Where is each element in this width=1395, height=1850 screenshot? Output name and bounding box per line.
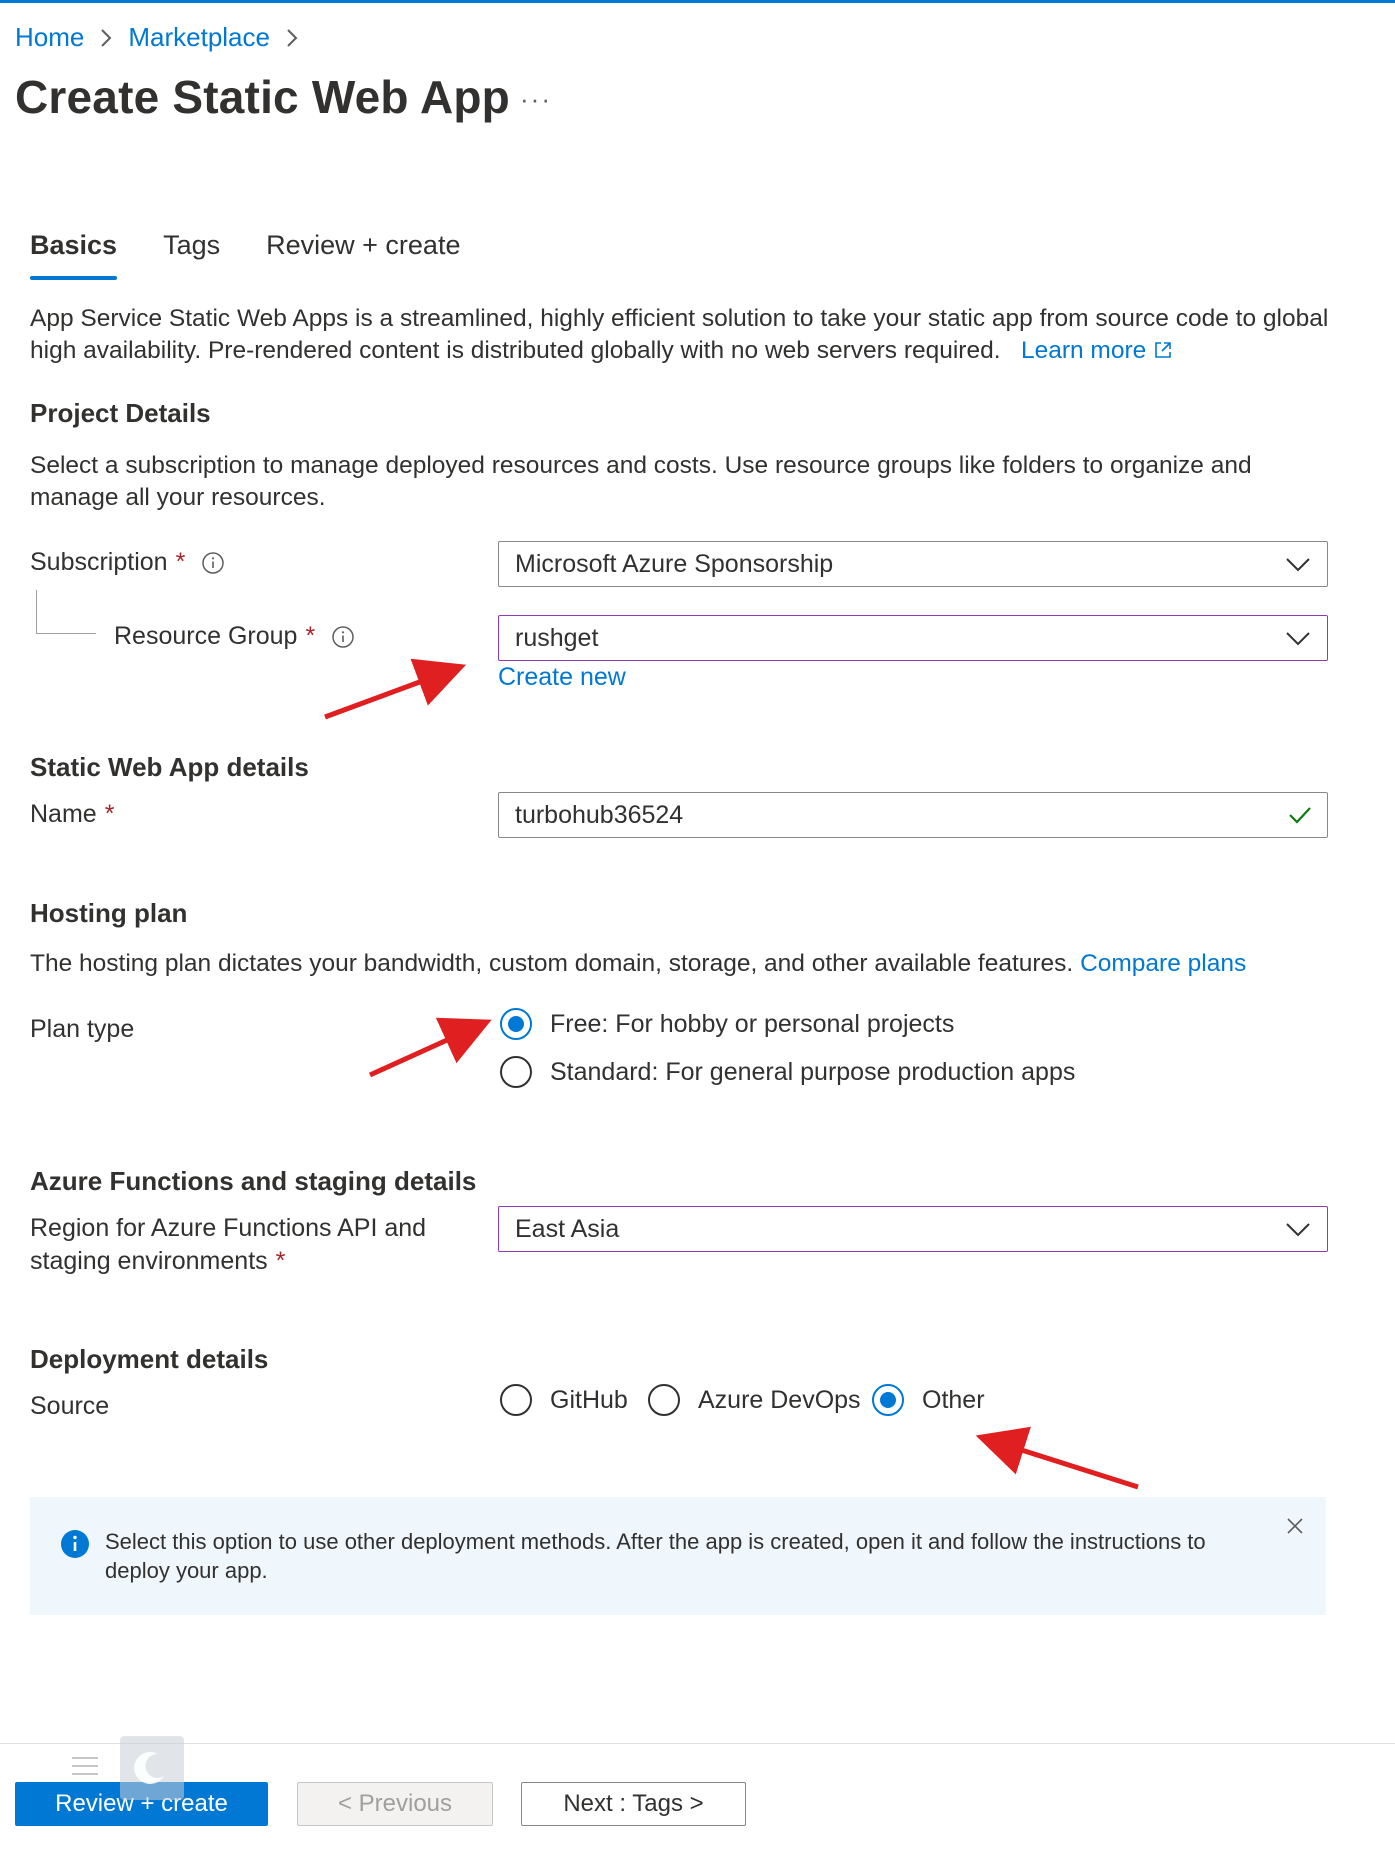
intro-paragraph: App Service Static Web Apps is a streaml…	[30, 303, 1340, 367]
hosting-plan-description: The hosting plan dictates your bandwidth…	[30, 948, 1350, 980]
info-message-text: Select this option to use other deployme…	[105, 1529, 1206, 1583]
info-icon[interactable]	[331, 625, 355, 649]
source-label: Source	[30, 1392, 110, 1420]
breadcrumb-home-link[interactable]: Home	[15, 22, 84, 53]
chevron-down-icon	[1285, 1218, 1311, 1247]
tab-basics[interactable]: Basics	[30, 230, 118, 280]
required-asterisk: *	[275, 1247, 286, 1275]
breadcrumb-marketplace-link[interactable]: Marketplace	[128, 22, 270, 53]
source-github-label: GitHub	[550, 1385, 628, 1414]
top-accent-line	[0, 0, 1395, 3]
learn-more-link[interactable]: Learn more	[1021, 337, 1146, 364]
radio-button[interactable]	[872, 1384, 904, 1416]
required-asterisk: *	[175, 548, 186, 576]
floating-widget[interactable]	[120, 1736, 184, 1800]
radio-button[interactable]	[500, 1008, 532, 1040]
checkmark-icon	[1287, 804, 1313, 833]
region-label-line1: Region for Azure Functions API and	[30, 1214, 427, 1242]
name-label: Name *	[30, 800, 114, 829]
plan-standard-radio[interactable]: Standard: For general purpose production…	[500, 1056, 1075, 1088]
chevron-down-icon	[1285, 553, 1311, 582]
name-value: turbohub36524	[515, 800, 684, 829]
tree-connector	[36, 590, 96, 634]
resource-group-value: rushget	[515, 623, 599, 652]
info-filled-icon	[60, 1529, 90, 1564]
source-other-radio[interactable]: Other	[872, 1384, 985, 1416]
source-other-label: Other	[922, 1385, 985, 1414]
radio-button[interactable]	[648, 1384, 680, 1416]
resource-group-label: Resource Group *	[114, 622, 355, 651]
resource-group-dropdown[interactable]: rushget	[498, 615, 1328, 661]
chevron-down-icon	[1285, 627, 1311, 656]
subscription-label: Subscription *	[30, 548, 225, 577]
footer-divider	[0, 1743, 1395, 1744]
external-link-icon	[1153, 337, 1173, 364]
tab-review-create[interactable]: Review + create	[266, 230, 460, 280]
source-azure-devops-radio[interactable]: Azure DevOps	[648, 1384, 861, 1416]
chevron-right-icon	[270, 25, 314, 51]
name-input[interactable]: turbohub36524	[498, 792, 1328, 838]
previous-button[interactable]: < Previous	[297, 1782, 493, 1826]
resource-group-label-text: Resource Group	[114, 622, 298, 650]
more-options-icon[interactable]: ···	[520, 84, 552, 115]
deployment-heading: Deployment details	[30, 1344, 269, 1374]
project-details-description: Select a subscription to manage deployed…	[30, 452, 1252, 511]
close-icon[interactable]	[1286, 1517, 1304, 1540]
subscription-value: Microsoft Azure Sponsorship	[515, 549, 834, 578]
compare-plans-link[interactable]: Compare plans	[1080, 950, 1246, 977]
subscription-label-text: Subscription	[30, 548, 168, 576]
annotation-arrow-source-other	[975, 1426, 1139, 1490]
plan-type-label: Plan type	[30, 1015, 135, 1043]
region-label-line2: staging environments	[30, 1247, 268, 1275]
radio-button[interactable]	[500, 1056, 532, 1088]
plan-free-label: Free: For hobby or personal projects	[550, 1009, 955, 1038]
moon-icon	[134, 1751, 164, 1784]
required-asterisk: *	[305, 622, 316, 650]
info-message-bar: Select this option to use other deployme…	[30, 1497, 1326, 1615]
info-icon[interactable]	[201, 551, 225, 575]
subscription-dropdown[interactable]: Microsoft Azure Sponsorship	[498, 541, 1328, 587]
radio-button[interactable]	[500, 1384, 532, 1416]
hosting-description-text: The hosting plan dictates your bandwidth…	[30, 950, 1074, 977]
breadcrumb: Home Marketplace	[15, 22, 314, 53]
plan-standard-label: Standard: For general purpose production…	[550, 1057, 1076, 1086]
annotation-arrow-plan-free	[368, 1017, 492, 1078]
region-dropdown[interactable]: East Asia	[498, 1206, 1328, 1252]
source-azure-devops-label: Azure DevOps	[698, 1385, 861, 1414]
region-value: East Asia	[515, 1214, 620, 1243]
required-asterisk: *	[104, 800, 115, 828]
region-label: Region for Azure Functions API and stagi…	[30, 1212, 426, 1278]
plan-free-radio[interactable]: Free: For hobby or personal projects	[500, 1008, 954, 1040]
hosting-plan-heading: Hosting plan	[30, 898, 188, 928]
create-new-link[interactable]: Create new	[498, 661, 626, 693]
source-github-radio[interactable]: GitHub	[500, 1384, 628, 1416]
hamburger-icon	[70, 1754, 100, 1783]
project-details-heading: Project Details	[30, 398, 211, 428]
app-details-heading: Static Web App details	[30, 752, 309, 782]
annotation-arrow-resource-group	[324, 658, 467, 720]
tab-tags[interactable]: Tags	[163, 230, 220, 280]
functions-heading: Azure Functions and staging details	[30, 1166, 477, 1196]
name-label-text: Name	[30, 800, 97, 828]
page-title: Create Static Web App	[15, 71, 510, 123]
chevron-right-icon	[84, 25, 128, 51]
tab-bar: Basics Tags Review + create	[30, 230, 506, 280]
next-tags-button[interactable]: Next : Tags >	[521, 1782, 746, 1826]
